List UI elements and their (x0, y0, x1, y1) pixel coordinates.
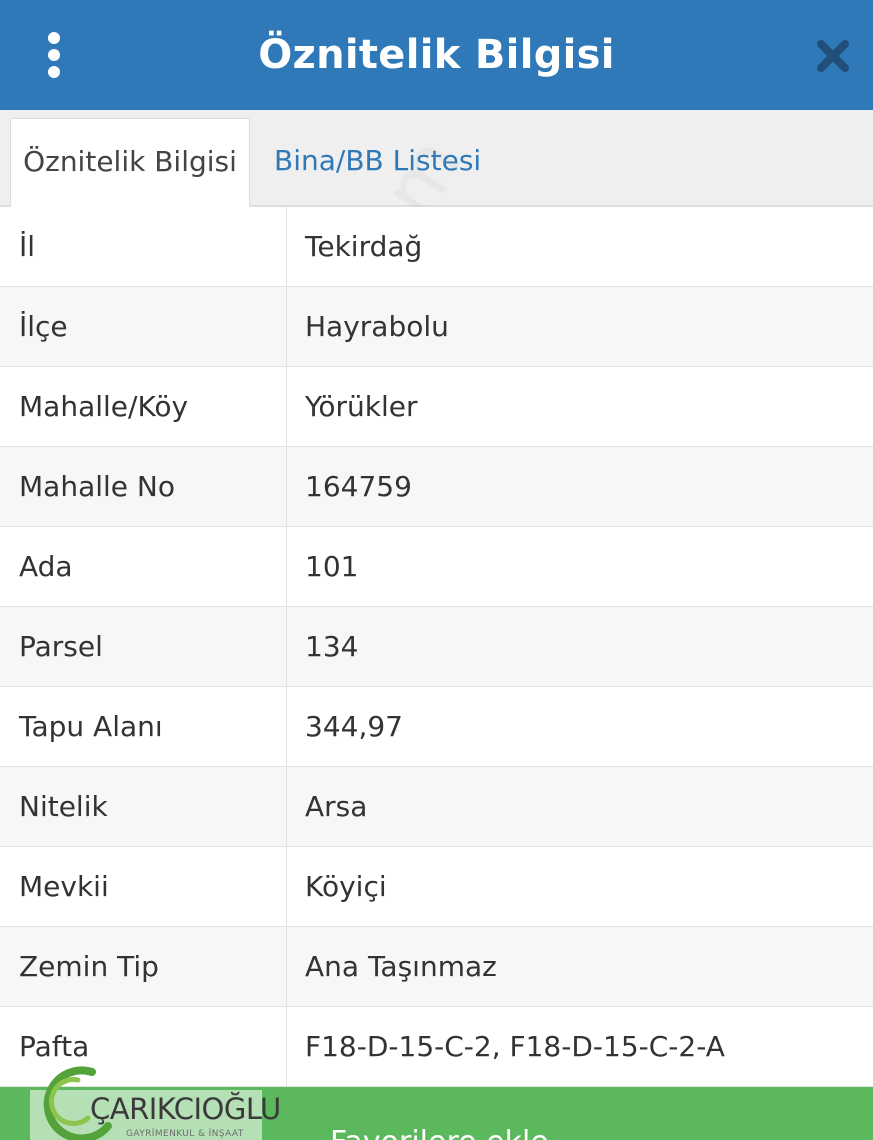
add-to-favorites-label: Favorilere ekle (330, 1125, 549, 1140)
table-row: İlçe Hayrabolu (0, 287, 873, 367)
row-value: 344,97 (305, 710, 403, 743)
row-label: Zemin Tip (0, 927, 287, 1006)
close-icon[interactable] (814, 37, 852, 75)
row-value: F18-D-15-C-2, F18-D-15-C-2-A (305, 1030, 725, 1063)
table-row: Nitelik Arsa (0, 767, 873, 847)
company-logo: ÇARIKCIOĞLU GAYRİMENKUL & İNŞAAT (30, 1050, 281, 1140)
row-value: Hayrabolu (305, 310, 449, 343)
row-value: Köyiçi (305, 870, 387, 903)
row-value: 134 (305, 630, 359, 663)
table-row: Mahalle/Köy Yörükler (0, 367, 873, 447)
row-value: Arsa (305, 790, 368, 823)
row-value: 164759 (305, 470, 412, 503)
logo-name: ÇARIKCIOĞLU (90, 1092, 281, 1126)
tab-oznitelik-bilgisi[interactable]: Öznitelik Bilgisi (10, 118, 250, 209)
row-label: Parsel (0, 607, 287, 686)
table-row: Ada 101 (0, 527, 873, 607)
row-value: Yörükler (305, 390, 418, 423)
app-header: Öznitelik Bilgisi (0, 0, 873, 110)
row-label: Mahalle No (0, 447, 287, 526)
table-row: Tapu Alanı 344,97 (0, 687, 873, 767)
row-value: Tekirdağ (305, 230, 423, 263)
row-label: Nitelik (0, 767, 287, 846)
row-label: Ada (0, 527, 287, 606)
attribute-table: İl Tekirdağ İlçe Hayrabolu Mahalle/Köy Y… (0, 207, 873, 1087)
row-value: Ana Taşınmaz (305, 950, 497, 983)
tab-bina-bb-listesi[interactable]: Bina/BB Listesi (274, 118, 481, 207)
row-label: İlçe (0, 287, 287, 366)
table-row: İl Tekirdağ (0, 207, 873, 287)
logo-subtitle: GAYRİMENKUL & İNŞAAT (126, 1129, 244, 1139)
table-row: Mevkii Köyiçi (0, 847, 873, 927)
tab-bar: Öznitelik Bilgisi Bina/BB Listesi (0, 110, 873, 209)
row-value: 101 (305, 550, 359, 583)
table-row: Mahalle No 164759 (0, 447, 873, 527)
page-title: Öznitelik Bilgisi (258, 32, 615, 78)
table-row: Zemin Tip Ana Taşınmaz (0, 927, 873, 1007)
row-label: Tapu Alanı (0, 687, 287, 766)
table-row: Parsel 134 (0, 607, 873, 687)
row-label: Mahalle/Köy (0, 367, 287, 446)
row-label: İl (0, 207, 287, 286)
row-label: Mevkii (0, 847, 287, 926)
